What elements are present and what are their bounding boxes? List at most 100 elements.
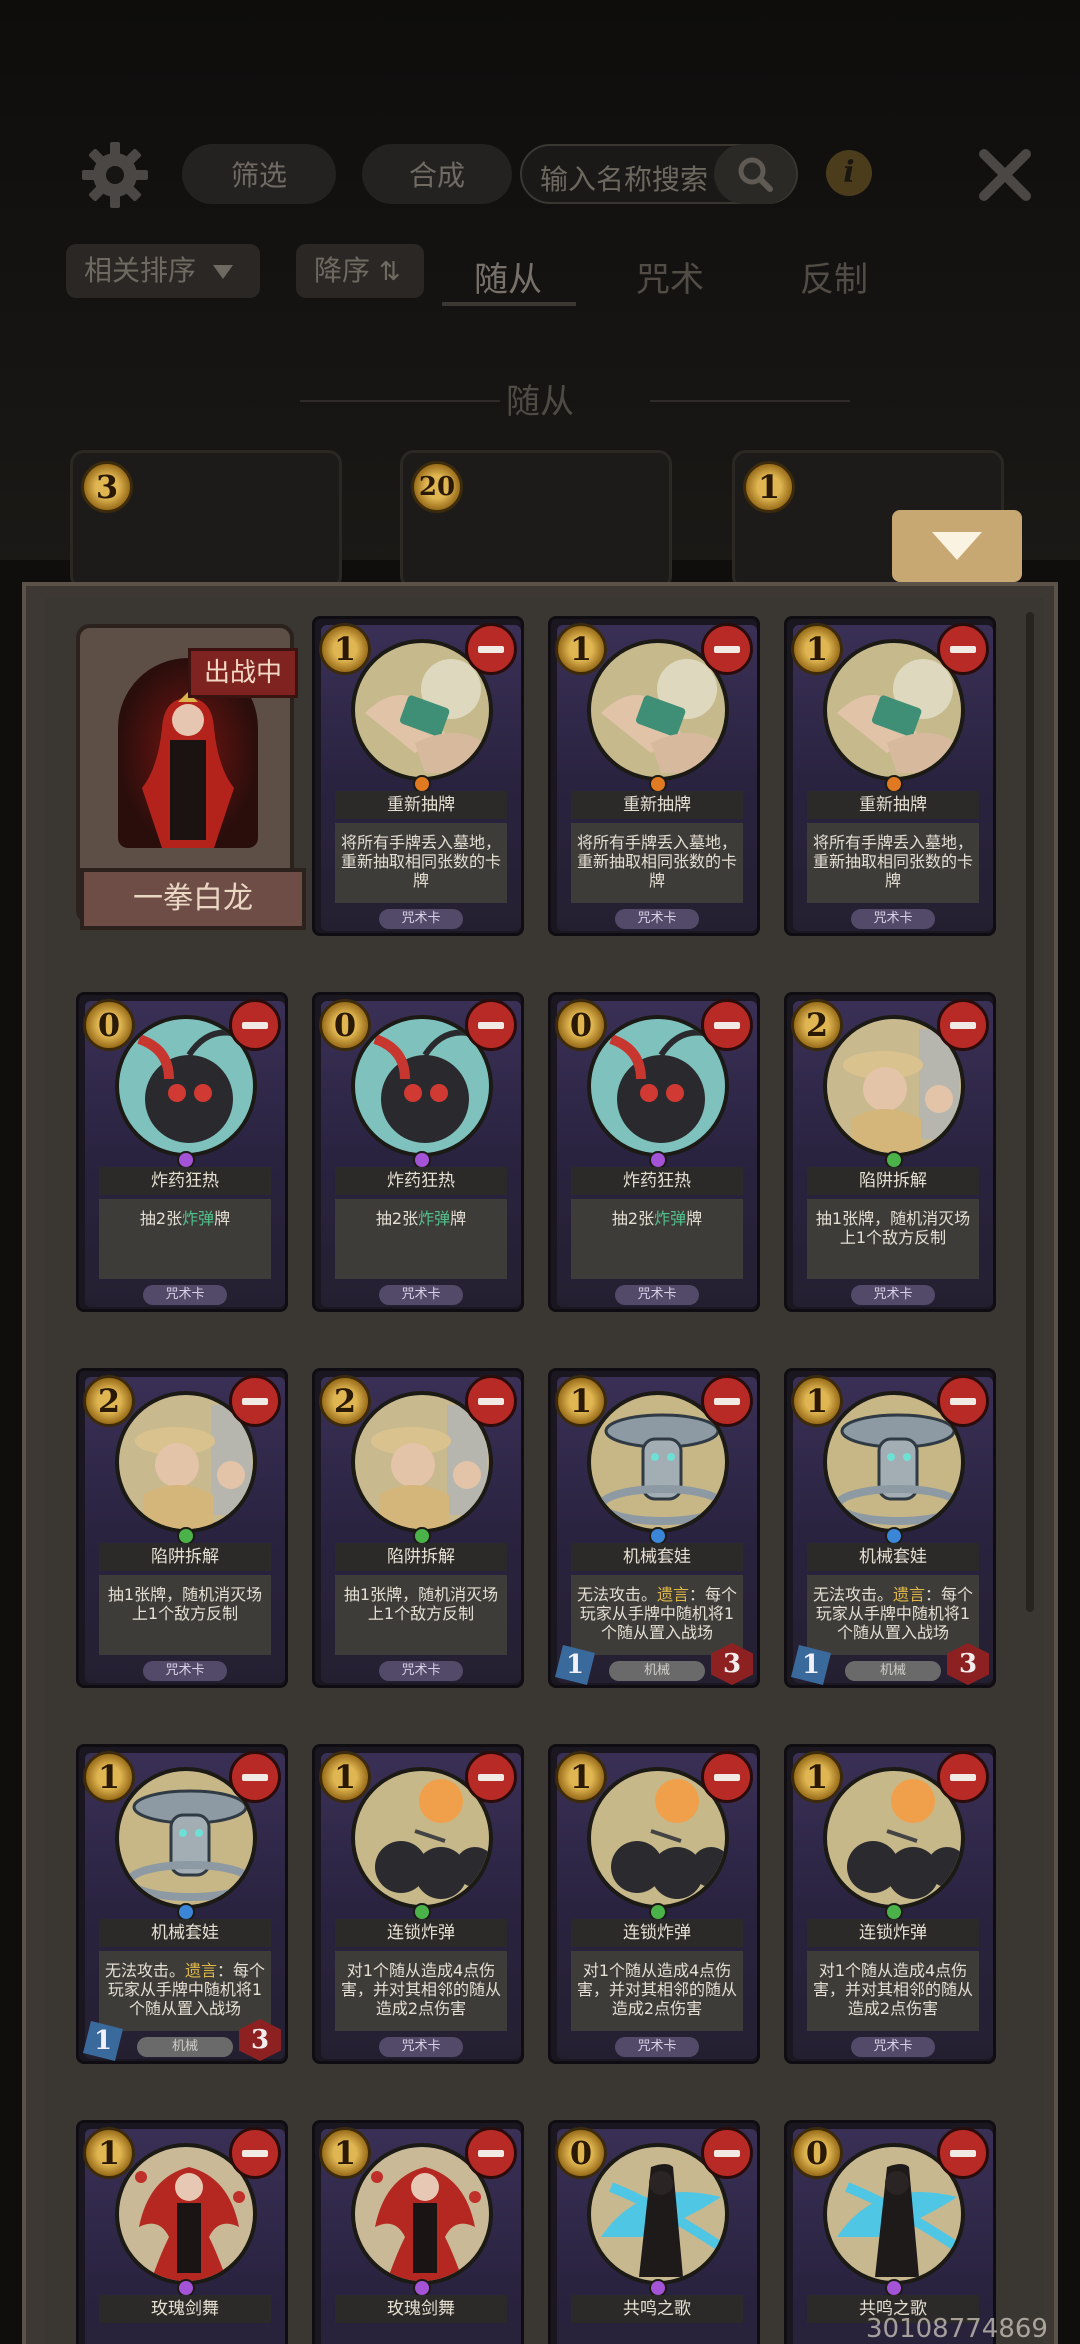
card-type-label: 咒术卡 (379, 1285, 463, 1305)
cost-badge: 1 (319, 2127, 371, 2179)
remove-card-button[interactable] (701, 623, 753, 675)
deck-card[interactable]: 1 重新抽牌 将所有手牌丢入墓地，重新抽取相同张数的卡牌 咒术卡 (312, 616, 524, 936)
deck-card[interactable]: 0 炸药狂热 抽2张炸弹牌 咒术卡 (312, 992, 524, 1312)
close-icon[interactable] (976, 146, 1034, 204)
cost-badge: 1 (791, 1751, 843, 1803)
cost-badge: 1 (555, 1375, 607, 1427)
craft-button[interactable]: 合成 (362, 144, 512, 204)
sort-relevance-button[interactable]: 相关排序 (66, 244, 260, 298)
card-type-label: 咒术卡 (615, 909, 699, 929)
card-name: 机械套娃 (99, 1919, 271, 1947)
cost-badge: 2 (319, 1375, 371, 1427)
deck-card[interactable]: 2 陷阱拆解 抽1张牌，随机消灭场上1个敌方反制 咒术卡 (76, 1368, 288, 1688)
desc-keyword: 遗言 (184, 1961, 217, 1980)
tab-minions[interactable]: 随从 (474, 252, 542, 301)
collection-card[interactable]: 20 (400, 450, 672, 590)
card-name: 重新抽牌 (807, 791, 979, 819)
remove-card-button[interactable] (465, 999, 517, 1051)
card-description: 抽2张炸弹牌 (99, 1199, 271, 1279)
cost-badge: 1 (83, 1751, 135, 1803)
desc-keyword: 炸弹 (182, 1209, 215, 1228)
card-description: 抽1张牌，随机消灭场上1个敌方反制 (99, 1575, 271, 1655)
desc-text: 无法攻击。 (812, 1585, 893, 1604)
card-name: 重新抽牌 (335, 791, 507, 819)
deck-card[interactable]: 1玫瑰剑舞咒术卡 (312, 2120, 524, 2344)
desc-keyword: 炸弹 (418, 1209, 451, 1228)
remove-card-button[interactable] (937, 1751, 989, 1803)
cost-badge: 1 (791, 623, 843, 675)
deck-card[interactable]: 0 炸药狂热 抽2张炸弹牌 咒术卡 (548, 992, 760, 1312)
remove-card-button[interactable] (701, 2127, 753, 2179)
tab-counters[interactable]: 反制 (800, 252, 868, 301)
desc-text: 抽2张 (139, 1209, 183, 1228)
deck-card[interactable]: 2 陷阱拆解 抽1张牌，随机消灭场上1个敌方反制 咒术卡 (784, 992, 996, 1312)
sort-order-icon: ⇅ (378, 257, 401, 287)
card-description: 无法攻击。遗言：每个玩家从手牌中随机将1个随从置入战场 (571, 1575, 743, 1655)
remove-card-button[interactable] (465, 623, 517, 675)
search-input[interactable]: 输入名称搜索 (520, 144, 798, 204)
deck-card[interactable]: 0共鸣之歌咒术卡 (548, 2120, 760, 2344)
cost-badge: 1 (83, 2127, 135, 2179)
cost-badge: 1 (555, 1751, 607, 1803)
remove-card-button[interactable] (701, 999, 753, 1051)
chevron-down-icon (932, 532, 982, 560)
remove-card-button[interactable] (701, 1375, 753, 1427)
deck-card[interactable]: 0 炸药狂热 抽2张炸弹牌 咒术卡 (76, 992, 288, 1312)
card-type-label: 咒术卡 (851, 1285, 935, 1305)
card-description: 对1个随从造成4点伤害，并对其相邻的随从造成2点伤害 (335, 1951, 507, 2031)
deck-card[interactable]: 1 机械套娃 无法攻击。遗言：每个玩家从手牌中随机将1个随从置入战场 机械 1 3 (784, 1368, 996, 1688)
remove-card-button[interactable] (229, 1751, 281, 1803)
card-name: 炸药狂热 (335, 1167, 507, 1195)
card-description: 抽2张炸弹牌 (335, 1199, 507, 1279)
deck-card[interactable]: 0共鸣之歌咒术卡 (784, 2120, 996, 2344)
card-name: 玫瑰剑舞 (335, 2295, 507, 2323)
card-name: 共鸣之歌 (571, 2295, 743, 2323)
deck-card[interactable]: 2 陷阱拆解 抽1张牌，随机消灭场上1个敌方反制 咒术卡 (312, 1368, 524, 1688)
deck-card[interactable]: 1 机械套娃 无法攻击。遗言：每个玩家从手牌中随机将1个随从置入战场 机械 1 3 (76, 1744, 288, 2064)
card-description: 抽2张炸弹牌 (571, 1199, 743, 1279)
tab-bar: 相关排序 降序 ⇅ 随从 咒术 反制 (0, 244, 1080, 308)
remove-card-button[interactable] (701, 1751, 753, 1803)
deck-card[interactable]: 1 连锁炸弹 对1个随从造成4点伤害，并对其相邻的随从造成2点伤害 咒术卡 (548, 1744, 760, 2064)
deck-card[interactable]: 1玫瑰剑舞咒术卡 (76, 2120, 288, 2344)
scrollbar[interactable] (1026, 612, 1034, 1612)
remove-card-button[interactable] (229, 999, 281, 1051)
card-description: 将所有手牌丢入墓地，重新抽取相同张数的卡牌 (807, 823, 979, 903)
search-button[interactable] (714, 144, 796, 204)
desc-text: 牌 (686, 1209, 703, 1228)
hero-card[interactable]: 出战中 一拳白龙 (76, 618, 306, 930)
remove-card-button[interactable] (937, 1375, 989, 1427)
collection-card[interactable]: 3 (70, 450, 342, 590)
cost-badge: 0 (555, 2127, 607, 2179)
cost-badge: 20 (411, 461, 463, 513)
deck-card[interactable]: 1 连锁炸弹 对1个随从造成4点伤害，并对其相邻的随从造成2点伤害 咒术卡 (312, 1744, 524, 2064)
remove-card-button[interactable] (229, 1375, 281, 1427)
sort-descending-button[interactable]: 降序 ⇅ (296, 244, 424, 298)
collapse-deck-button[interactable] (892, 510, 1022, 582)
card-type-label: 咒术卡 (379, 2037, 463, 2057)
remove-card-button[interactable] (229, 2127, 281, 2179)
deck-card[interactable]: 1 重新抽牌 将所有手牌丢入墓地，重新抽取相同张数的卡牌 咒术卡 (548, 616, 760, 936)
desc-text: 牌 (214, 1209, 231, 1228)
remove-card-button[interactable] (937, 2127, 989, 2179)
gear-icon[interactable] (80, 140, 150, 210)
cost-badge: 1 (743, 461, 795, 513)
desc-keyword: 遗言 (892, 1585, 925, 1604)
desc-text: 抽2张 (611, 1209, 655, 1228)
cost-badge: 2 (83, 1375, 135, 1427)
card-type-label: 咒术卡 (615, 1285, 699, 1305)
remove-card-button[interactable] (465, 2127, 517, 2179)
remove-card-button[interactable] (937, 999, 989, 1051)
deck-card[interactable]: 1 连锁炸弹 对1个随从造成4点伤害，并对其相邻的随从造成2点伤害 咒术卡 (784, 1744, 996, 2064)
deck-card[interactable]: 1 重新抽牌 将所有手牌丢入墓地，重新抽取相同张数的卡牌 咒术卡 (784, 616, 996, 936)
remove-card-button[interactable] (465, 1375, 517, 1427)
remove-card-button[interactable] (465, 1751, 517, 1803)
info-icon[interactable]: i (826, 150, 872, 196)
deck-card[interactable]: 1 机械套娃 无法攻击。遗言：每个玩家从手牌中随机将1个随从置入战场 机械 1 3 (548, 1368, 760, 1688)
tab-spells[interactable]: 咒术 (636, 252, 704, 301)
card-name: 炸药狂热 (99, 1167, 271, 1195)
card-name: 机械套娃 (807, 1543, 979, 1571)
desc-keyword: 炸弹 (654, 1209, 687, 1228)
filter-button[interactable]: 筛选 (182, 144, 336, 204)
remove-card-button[interactable] (937, 623, 989, 675)
